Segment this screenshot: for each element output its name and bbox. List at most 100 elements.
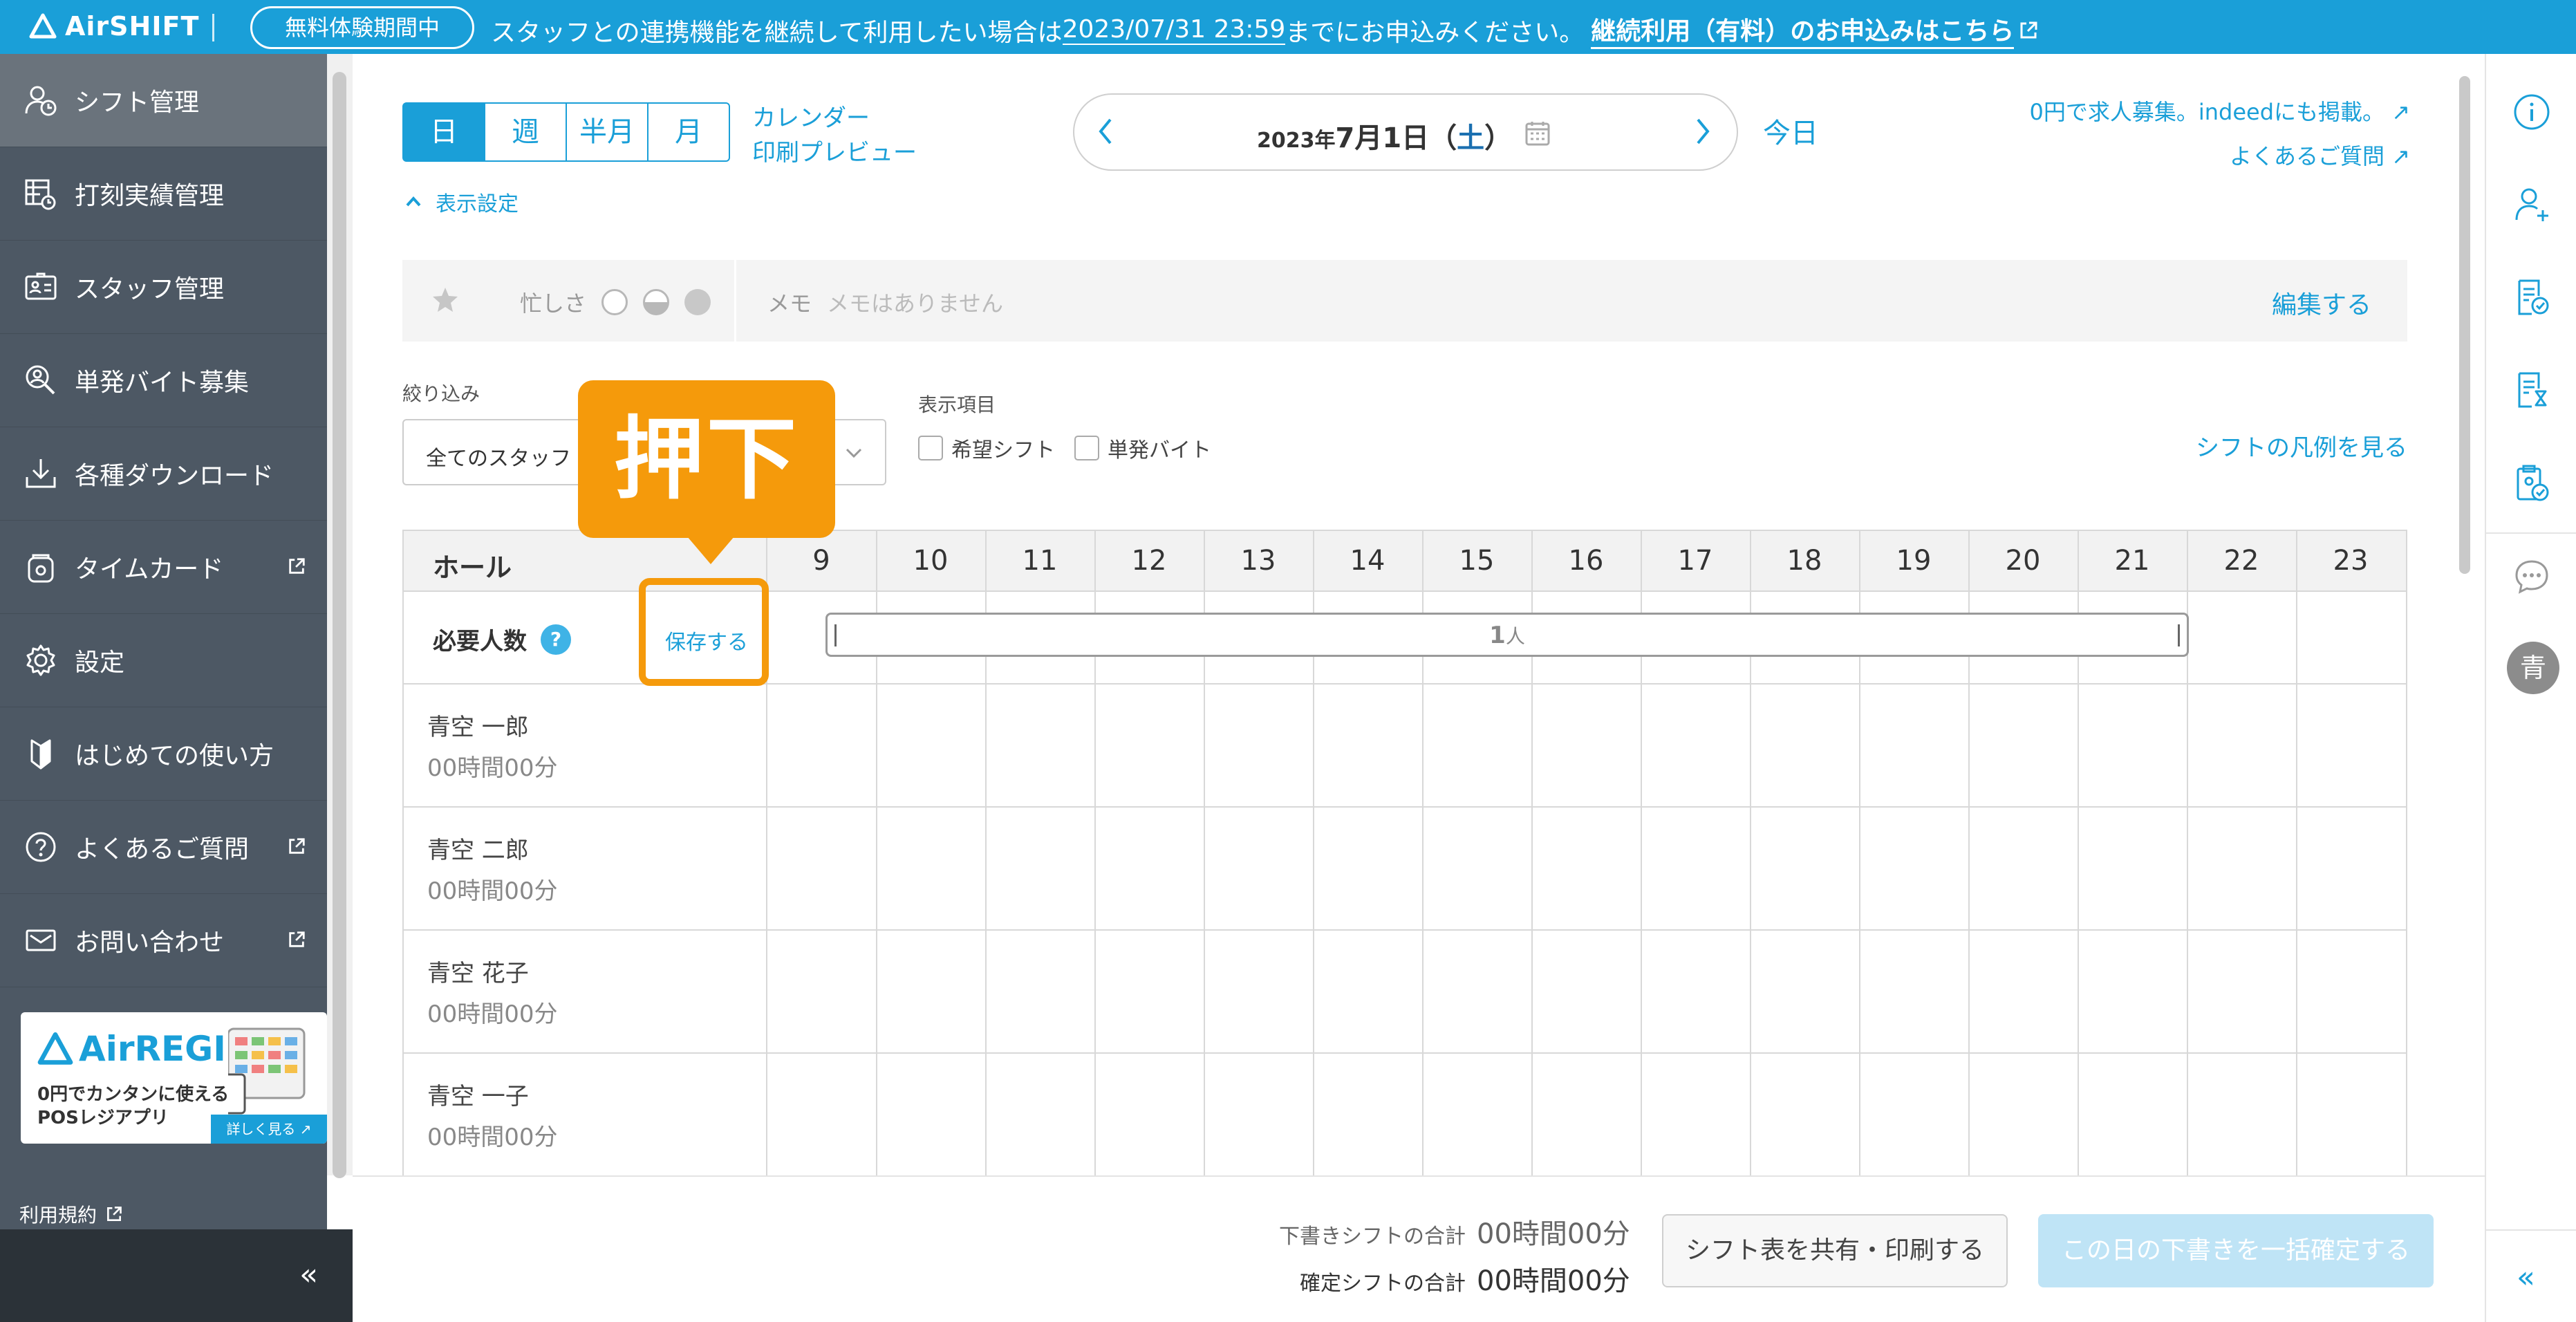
date-day: 7月1日 <box>1335 122 1430 154</box>
sidebar-item-downloads[interactable]: 各種ダウンロード <box>0 427 327 521</box>
share-print-button[interactable]: シフト表を共有・印刷する <box>1662 1214 2008 1287</box>
external-link-icon <box>107 1207 122 1221</box>
required-staff-count: 1人 <box>828 622 2187 649</box>
print-preview-link[interactable]: 印刷プレビュー <box>752 136 917 170</box>
sidebar-item-timecard[interactable]: タイムカード <box>0 521 327 614</box>
add-user-icon[interactable] <box>2511 184 2552 225</box>
terms-link[interactable]: 利用規約 <box>19 1200 123 1228</box>
gig-checkbox[interactable]: 単発バイト <box>1074 433 1211 463</box>
confirm-all-drafts-button[interactable]: この日の下書きを一括確定する <box>2038 1214 2434 1287</box>
main-scroll-thumb[interactable] <box>2459 76 2470 574</box>
filter-label: 絞り込み <box>402 382 480 405</box>
sidebar-item-label: シフト管理 <box>75 89 200 117</box>
today-button[interactable]: 今日 <box>1763 111 1818 151</box>
faq-label: よくあるご質問 <box>2230 143 2385 169</box>
staff-row[interactable]: 青空 一郎 00時間00分 <box>427 708 558 783</box>
sidebar-item-settings[interactable]: 設定 <box>0 614 327 707</box>
star-icon[interactable] <box>430 285 460 315</box>
gig-label: 単発バイト <box>1108 438 1211 463</box>
hour-label: 22 <box>2223 545 2259 577</box>
staff-row[interactable]: 青空 二郎 00時間00分 <box>427 831 558 906</box>
callout-pointer <box>687 537 734 564</box>
busy-high-option[interactable] <box>684 289 711 315</box>
edit-memo-button[interactable]: 編集する <box>2272 285 2371 321</box>
airshift-logo[interactable]: AirSHIFT <box>29 11 199 41</box>
calendar-links: カレンダー 印刷プレビュー <box>752 101 917 170</box>
sidebar-scrollbar[interactable] <box>327 54 353 1178</box>
external-link-icon <box>289 558 305 574</box>
sidebar-item-faq[interactable]: よくあるご質問 <box>0 801 327 894</box>
sidebar-item-label: よくあるご質問 <box>75 835 250 864</box>
chat-icon[interactable] <box>2511 556 2552 597</box>
checkbox-box[interactable] <box>1074 436 1099 460</box>
clipboard-check-icon[interactable] <box>2511 462 2552 503</box>
sidebar-item-shift[interactable]: シフト管理 <box>0 54 327 147</box>
main-scrollbar[interactable] <box>2454 69 2475 1175</box>
next-day-button[interactable] <box>1692 114 1713 149</box>
sidebar-item-getting-started[interactable]: はじめての使い方 <box>0 707 327 801</box>
busy-level: 忙しさ <box>520 286 711 318</box>
sidebar-item-timecard-records[interactable]: 打刻実績管理 <box>0 147 327 241</box>
document-hourglass-icon[interactable] <box>2511 369 2552 411</box>
sidebar-item-contact[interactable]: お問い合わせ <box>0 894 327 987</box>
logo-text: AirSHIFT <box>65 11 200 41</box>
chevron-up-icon <box>406 196 421 207</box>
memo-label: メモ <box>767 290 812 317</box>
collapse-right-panel-button[interactable]: « <box>2517 1260 2535 1295</box>
collapse-sidebar-button[interactable]: « <box>299 1257 318 1292</box>
wish-shift-checkbox[interactable]: 希望シフト <box>918 433 1055 463</box>
grid-row-line <box>404 1052 2406 1054</box>
airshift-logo-icon <box>29 13 57 39</box>
job-posting-link[interactable]: 0円で求人募集。indeedにも掲載。 ↗ <box>2029 90 2410 134</box>
ad-details-button[interactable]: 詳しく見る ↗ <box>211 1115 327 1144</box>
download-icon <box>21 454 61 494</box>
previous-day-button[interactable] <box>1095 114 1116 149</box>
banner-text-before: スタッフとの連携機能を継続して利用したい場合は <box>491 18 1063 47</box>
display-settings-toggle[interactable]: 表示設定 <box>404 187 519 217</box>
confirmed-total-value: 00時間00分 <box>1477 1265 1630 1297</box>
user-avatar[interactable]: 青 <box>2507 642 2559 694</box>
tab-week[interactable]: 週 <box>484 102 567 162</box>
help-icon[interactable]: ? <box>541 624 571 655</box>
calendar-picker-icon[interactable] <box>1524 120 1551 147</box>
hour-label: 12 <box>1131 545 1167 577</box>
calendar-link[interactable]: カレンダー <box>752 101 917 136</box>
external-link-icon <box>2020 21 2037 38</box>
staff-row[interactable]: 青空 花子 00時間00分 <box>427 954 558 1029</box>
tab-day[interactable]: 日 <box>402 102 485 162</box>
tab-month[interactable]: 月 <box>647 102 730 162</box>
checkbox-box[interactable] <box>918 436 943 460</box>
id-card-icon <box>21 267 61 307</box>
shift-legend-link[interactable]: シフトの凡例を見る <box>2196 429 2407 463</box>
airregi-ad-banner[interactable]: AirREGI 0円でカンタンに使える POSレジアプリ 詳しく見る ↗ <box>21 1012 327 1144</box>
sidebar-item-gig-recruit[interactable]: 単発バイト募集 <box>0 334 327 427</box>
staff-row[interactable]: 青空 一子 00時間00分 <box>427 1077 558 1152</box>
document-check-icon[interactable] <box>2511 277 2552 318</box>
terms-label: 利用規約 <box>19 1204 97 1227</box>
ad-line-1: 0円でカンタンに使える <box>37 1084 230 1105</box>
tab-half-month[interactable]: 半月 <box>566 102 648 162</box>
sidebar-item-staff[interactable]: スタッフ管理 <box>0 241 327 334</box>
memo-text: メモはありません <box>827 290 1004 317</box>
continue-signup-link[interactable]: 継続利用（有料）のお申込みはこちら <box>1591 11 2015 49</box>
resize-handle-right[interactable] <box>2178 624 2180 646</box>
chevron-left-icon <box>1099 118 1112 145</box>
sidebar: シフト管理 打刻実績管理 スタッフ管理 単発バイト募集 各種ダウンロード タイム… <box>0 54 353 1322</box>
confirmed-total: 確定シフトの合計 00時間00分 <box>1300 1258 1630 1298</box>
date-year: 2023年 <box>1257 129 1336 153</box>
busy-medium-option[interactable] <box>643 289 670 315</box>
info-icon[interactable] <box>2511 91 2552 133</box>
hour-label: 9 <box>812 545 830 577</box>
current-date: 2023年 7月1日 （ 土 ） <box>1257 115 1512 156</box>
external-link-icon <box>289 838 305 854</box>
staff-hours: 00時間00分 <box>427 754 558 782</box>
busy-low-option[interactable] <box>601 289 628 315</box>
callout-highlight-box <box>639 578 769 686</box>
required-staff-bar[interactable]: 1人 <box>825 613 2189 657</box>
faq-link[interactable]: よくあるご質問 ↗ <box>2029 134 2410 178</box>
sidebar-item-label: 打刻実績管理 <box>75 182 225 210</box>
sidebar-scroll-thumb[interactable] <box>333 72 346 1178</box>
table-clock-icon <box>21 174 61 214</box>
staff-name: 青空 一郎 <box>427 714 529 741</box>
confirmed-total-label: 確定シフトの合計 <box>1300 1272 1466 1296</box>
